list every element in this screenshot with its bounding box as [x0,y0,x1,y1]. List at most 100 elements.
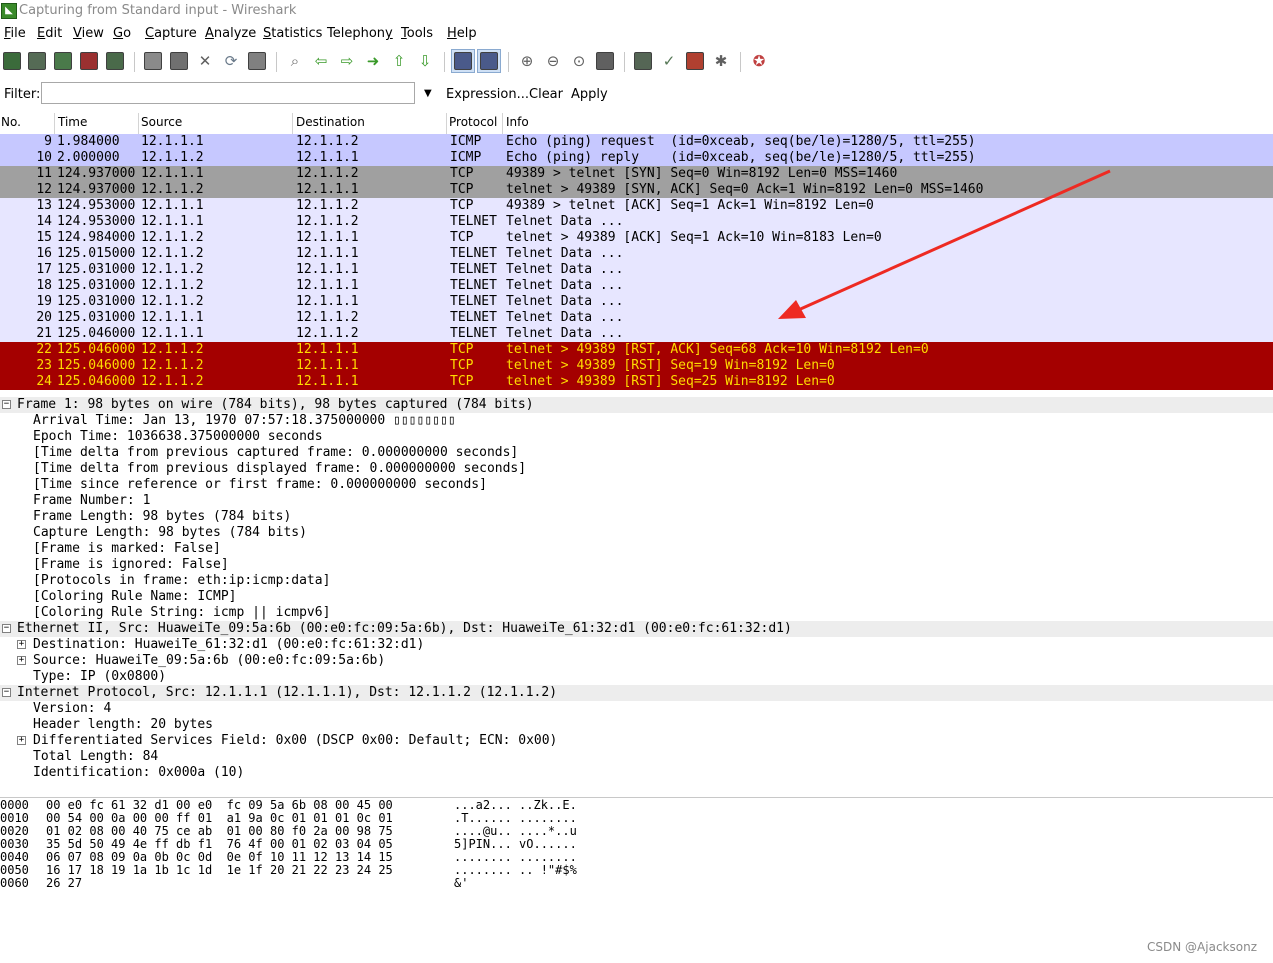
column-source[interactable]: Source [141,115,182,129]
packet-row[interactable]: 14 124.953000 12.1.1.1 12.1.1.2 TELNET Telnet… [0,214,1273,230]
menu-item-go[interactable]: Go [113,26,131,41]
collapse-icon[interactable]: − [2,688,11,697]
capture-filters-icon[interactable] [634,52,652,70]
stop-icon[interactable] [80,52,98,70]
find-icon[interactable]: ⌕ [286,52,304,70]
column-divider[interactable] [54,113,55,134]
detail-tree-row[interactable]: Version: 4 [0,701,1273,717]
column-info[interactable]: Info [506,115,529,129]
detail-tree-row[interactable]: + Source: HuaweiTe_09:5a:6b (00:e0:fc:09:… [0,653,1273,669]
preferences-icon[interactable]: ✱ [712,52,730,70]
packet-row[interactable]: 9 1.984000 12.1.1.1 12.1.1.2 ICMP Echo (ping)… [0,134,1273,150]
autoscroll-icon[interactable] [480,52,498,70]
detail-tree-row[interactable]: Epoch Time: 1036638.375000000 seconds [0,429,1273,445]
packet-row[interactable]: 10 2.000000 12.1.1.2 12.1.1.1 ICMP Echo (ping… [0,150,1273,166]
coloring-rules-icon[interactable] [686,52,704,70]
colorize-icon[interactable] [454,52,472,70]
detail-tree-row[interactable]: Frame Number: 1 [0,493,1273,509]
expand-icon[interactable]: + [17,736,26,745]
detail-tree-row[interactable]: − Internet Protocol, Src: 12.1.1.1 (12.1.… [0,685,1273,701]
menu-item-capture[interactable]: Capture [145,26,197,41]
packet-row[interactable]: 23 125.046000 12.1.1.2 12.1.1.1 TCP telnet > … [0,358,1273,374]
packet-row[interactable]: 15 124.984000 12.1.1.2 12.1.1.1 TCP telnet > … [0,230,1273,246]
zoom-out-icon[interactable]: ⊖ [544,52,562,70]
packet-row[interactable]: 17 125.031000 12.1.1.2 12.1.1.1 TELNET Telnet… [0,262,1273,278]
packet-row[interactable]: 21 125.046000 12.1.1.1 12.1.1.2 TELNET Telnet… [0,326,1273,342]
first-icon[interactable]: ⇧ [390,52,408,70]
column-divider[interactable] [138,113,139,134]
detail-tree-row[interactable]: [Time since reference or first frame: 0.… [0,477,1273,493]
filter-input[interactable] [41,82,415,104]
collapse-icon[interactable]: − [2,624,11,633]
print-icon[interactable] [248,52,266,70]
menu-item-view[interactable]: View [73,26,104,41]
column-no[interactable]: No. [1,115,21,129]
clear-button[interactable]: Clear [529,87,563,102]
open-icon[interactable] [144,52,162,70]
menu-item-analyze[interactable]: Analyze [205,26,256,41]
menu-item-telephony[interactable]: Telephony [327,26,393,41]
packet-row[interactable]: 13 124.953000 12.1.1.1 12.1.1.2 TCP 49389 > t… [0,198,1273,214]
reload-icon[interactable]: ⟳ [222,52,240,70]
forward-icon[interactable]: ⇨ [338,52,356,70]
detail-tree-row[interactable]: Type: IP (0x0800) [0,669,1273,685]
packet-row[interactable]: 20 125.031000 12.1.1.1 12.1.1.2 TELNET Telnet… [0,310,1273,326]
packet-row[interactable]: 11 124.937000 12.1.1.1 12.1.1.2 TCP 49389 > t… [0,166,1273,182]
menu-item-edit[interactable]: Edit [37,26,62,41]
interfaces-icon[interactable] [3,52,21,70]
collapse-icon[interactable]: − [2,400,11,409]
detail-tree-row[interactable]: [Time delta from previous displayed fram… [0,461,1273,477]
options-icon[interactable] [28,52,46,70]
display-filters-icon[interactable]: ✓ [660,52,678,70]
zoom-in-icon[interactable]: ⊕ [518,52,536,70]
detail-tree-row[interactable]: [Coloring Rule Name: ICMP] [0,589,1273,605]
packet-row[interactable]: 18 125.031000 12.1.1.2 12.1.1.1 TELNET Telnet… [0,278,1273,294]
packet-row[interactable]: 22 125.046000 12.1.1.2 12.1.1.1 TCP telnet > … [0,342,1273,358]
detail-tree-row[interactable]: − Frame 1: 98 bytes on wire (784 bits), 9… [0,397,1273,413]
detail-tree-row[interactable]: Header length: 20 bytes [0,717,1273,733]
detail-tree-row[interactable]: [Time delta from previous captured frame… [0,445,1273,461]
expand-icon[interactable]: + [17,656,26,665]
packet-row[interactable]: 16 125.015000 12.1.1.2 12.1.1.1 TELNET Telnet… [0,246,1273,262]
filter-dropdown-icon[interactable]: ▼ [424,88,432,99]
resize-columns-icon[interactable] [596,52,614,70]
column-divider[interactable] [292,113,293,134]
detail-tree-row[interactable]: [Frame is marked: False] [0,541,1273,557]
detail-tree-row[interactable]: + Differentiated Services Field: 0x00 (DS… [0,733,1273,749]
detail-tree-row[interactable]: [Coloring Rule String: icmp || icmpv6] [0,605,1273,621]
column-protocol[interactable]: Protocol [449,115,497,129]
detail-tree-row[interactable]: + Destination: HuaweiTe_61:32:d1 (00:e0:f… [0,637,1273,653]
column-destination[interactable]: Destination [296,115,365,129]
column-divider[interactable] [502,113,503,134]
detail-tree-row[interactable]: Total Length: 84 [0,749,1273,765]
detail-tree-row[interactable]: Frame Length: 98 bytes (784 bits) [0,509,1273,525]
help-icon[interactable]: ✪ [750,52,768,70]
goto-icon[interactable]: ➜ [364,52,382,70]
restart-icon[interactable] [106,52,124,70]
menu-item-tools[interactable]: Tools [401,26,433,41]
packet-row[interactable]: 19 125.031000 12.1.1.2 12.1.1.1 TELNET Telnet… [0,294,1273,310]
detail-tree-row[interactable]: [Protocols in frame: eth:ip:icmp:data] [0,573,1273,589]
packet-row[interactable]: 12 124.937000 12.1.1.2 12.1.1.1 TCP telnet > … [0,182,1273,198]
last-icon[interactable]: ⇩ [416,52,434,70]
detail-tree-row[interactable]: Arrival Time: Jan 13, 1970 07:57:18.3750… [0,413,1273,429]
expression-button[interactable]: Expression... [446,87,529,102]
column-divider[interactable] [446,113,447,134]
packet-cell-dst: 12.1.1.2 [296,134,359,149]
menu-item-help[interactable]: Help [447,26,477,41]
detail-tree-row[interactable]: [Frame is ignored: False] [0,557,1273,573]
packet-row[interactable]: 24 125.046000 12.1.1.2 12.1.1.1 TCP telnet > … [0,374,1273,390]
save-icon[interactable] [170,52,188,70]
menu-item-file[interactable]: File [4,26,26,41]
detail-tree-row[interactable]: − Ethernet II, Src: HuaweiTe_09:5a:6b (00… [0,621,1273,637]
detail-tree-row[interactable]: Capture Length: 98 bytes (784 bits) [0,525,1273,541]
close-icon[interactable]: ✕ [196,52,214,70]
zoom-normal-icon[interactable]: ⊙ [570,52,588,70]
detail-tree-row[interactable]: Identification: 0x000a (10) [0,765,1273,781]
back-icon[interactable]: ⇦ [312,52,330,70]
apply-button[interactable]: Apply [571,87,608,102]
column-time[interactable]: Time [58,115,87,129]
expand-icon[interactable]: + [17,640,26,649]
start-icon[interactable] [54,52,72,70]
menu-item-statistics[interactable]: Statistics [263,26,322,41]
